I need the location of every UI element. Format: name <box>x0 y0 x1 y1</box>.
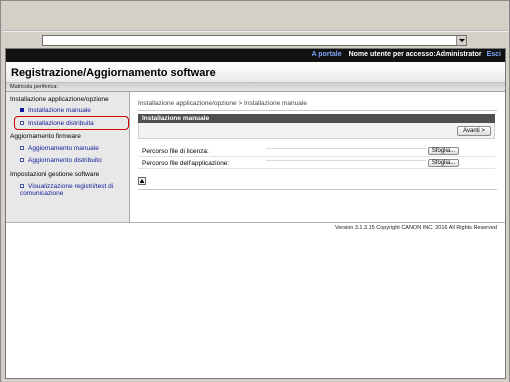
serial-bar: Matricola periferica: <box>6 83 505 92</box>
address-input[interactable] <box>42 35 467 46</box>
footer-divider <box>6 222 505 223</box>
sidebar: Installazione applicazione/opzione Insta… <box>6 92 130 222</box>
sidebar-item-distributed-update[interactable]: Aggiornamento distribuito <box>20 157 102 164</box>
title-area: Registrazione/Aggiornamento software <box>6 62 505 83</box>
sidebar-item-label: Visualizzazione registri/test di comunic… <box>20 183 114 197</box>
sidebar-item-logs[interactable]: Visualizzazione registri/test di comunic… <box>20 183 128 197</box>
section-header: Installazione manuale <box>138 114 495 123</box>
sidebar-item-label: Aggiornamento distribuito <box>28 157 102 164</box>
copyright-text: Version 3.1.3.15 Copyright CANON INC. 20… <box>334 225 497 231</box>
logout-link[interactable]: Esci <box>487 51 501 58</box>
login-user-label: Nome utente per accesso:Administrator <box>348 51 482 58</box>
license-browse-button[interactable]: Sfoglia... <box>428 147 459 155</box>
bullet-icon <box>20 146 24 151</box>
next-button[interactable]: Avanti > <box>457 126 491 136</box>
license-file-row: Percorso file di licenza: Sfoglia... <box>138 147 495 157</box>
portal-link[interactable]: A portale <box>312 51 342 58</box>
sidebar-item-manual-update[interactable]: Aggiornamento manuale <box>20 145 99 152</box>
main-content: Installazione applicazione/opzione > Ins… <box>131 92 505 222</box>
bullet-icon <box>20 108 24 113</box>
sidebar-category-firmware: Aggiornamento firmware <box>10 133 81 140</box>
divider <box>138 110 497 111</box>
page-viewport: A portale Nome utente per accesso:Admini… <box>5 48 506 379</box>
application-file-row: Percorso file dell'applicazione: Sfoglia… <box>138 159 495 169</box>
browser-window: A portale Nome utente per accesso:Admini… <box>0 0 510 382</box>
page-title: Registrazione/Aggiornamento software <box>11 67 216 79</box>
browser-toolbar <box>2 14 509 31</box>
application-file-label: Percorso file dell'applicazione: <box>142 160 230 167</box>
sidebar-item-label: Aggiornamento manuale <box>28 145 99 152</box>
serial-label: Matricola periferica: <box>10 84 58 90</box>
chevron-down-icon[interactable] <box>456 36 466 45</box>
arrow-up-icon[interactable] <box>138 177 146 185</box>
bullet-icon <box>20 184 24 188</box>
sidebar-category-settings: Impostazioni gestione software <box>10 171 100 178</box>
breadcrumb: Installazione applicazione/opzione > Ins… <box>138 100 307 107</box>
selection-highlight <box>14 116 129 130</box>
browser-titlebar <box>2 2 509 14</box>
sidebar-item-label: Installazione manuale <box>28 107 91 114</box>
sidebar-item-manual-install[interactable]: Installazione manuale <box>20 107 91 114</box>
top-nav-bar: A portale Nome utente per accesso:Admini… <box>6 49 505 62</box>
divider <box>138 189 497 190</box>
sidebar-category-install: Installazione applicazione/opzione <box>10 96 109 103</box>
section-title: Installazione manuale <box>142 115 210 122</box>
license-file-label: Percorso file di licenza: <box>142 148 209 155</box>
bullet-icon <box>20 158 24 163</box>
license-file-input[interactable] <box>266 148 426 155</box>
application-browse-button[interactable]: Sfoglia... <box>428 159 459 167</box>
section-actions: Avanti > <box>138 123 495 139</box>
address-bar <box>2 31 509 47</box>
application-file-input[interactable] <box>266 160 426 167</box>
